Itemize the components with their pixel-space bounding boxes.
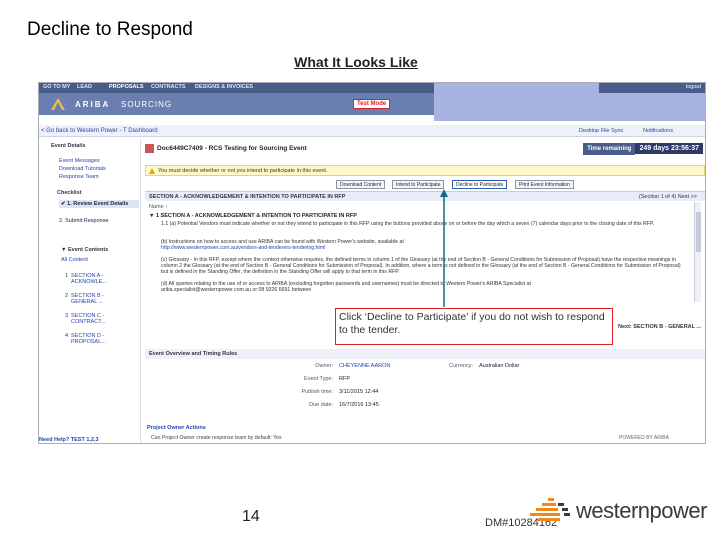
logout-link[interactable]: logout <box>686 84 701 90</box>
breadcrumb-bar: < Go back to Western Power - T Dashboard… <box>39 125 705 137</box>
tutorial-link[interactable]: http://www.westernpower.com.au/vendors-a… <box>161 245 681 251</box>
section-pager[interactable]: (Section 1 of 4) Next >> <box>639 194 697 200</box>
western-power-wordmark: westernpower <box>576 498 707 523</box>
redacted-block: logout <box>434 83 705 121</box>
sidebar-section-num-3: 3 <box>65 313 69 319</box>
content-scrollbar[interactable] <box>694 202 701 302</box>
sidebar-section-1[interactable]: SECTION A - ACKNOWLE... <box>71 273 131 285</box>
back-to-dashboard-link[interactable]: < Go back to Western Power - T Dashboard <box>41 128 158 134</box>
download-content-button[interactable]: Download Content <box>336 180 386 189</box>
checklist-heading: Checklist <box>57 190 82 196</box>
owner-link[interactable]: CHEYENNE AARON <box>339 363 390 369</box>
project-owner-header: Project Owner Actions <box>147 425 206 431</box>
decline-to-participate-button[interactable]: Decline to Participate <box>452 180 508 189</box>
nav-item-proposals[interactable]: PROPOSALS <box>109 84 144 90</box>
page-number: 14 <box>242 508 260 525</box>
nav-item-designs[interactable]: DESIGNS & INVOICES <box>195 84 253 90</box>
main-content: Doc6449C7409 - RCS Testing for Sourcing … <box>143 139 705 443</box>
column-header-name[interactable]: Name ↑ <box>149 204 168 210</box>
checklist-step-review[interactable]: ✔ 1. Review Event Details <box>59 200 139 208</box>
next-section-b-link[interactable]: Next: SECTION B - GENERAL ... <box>618 324 701 330</box>
nav-item-home[interactable]: GO TO MY <box>43 84 70 90</box>
document-icon <box>145 144 154 153</box>
sidebar-link-all-content[interactable]: All Content <box>61 257 88 263</box>
slide-subtitle: What It Looks Like <box>294 54 418 70</box>
sidebar-section-3[interactable]: SECTION C - CONTRACT... <box>71 313 131 325</box>
event-details-heading: Event Details <box>51 143 86 149</box>
intend-to-participate-button[interactable]: Intend to Participate <box>392 180 445 189</box>
notice-text: You must decide whether or not you inten… <box>158 168 328 174</box>
western-power-mark-icon <box>530 498 570 521</box>
sidebar-section-2[interactable]: SECTION B - GENERAL ... <box>71 293 131 305</box>
sidebar-link-event-messages[interactable]: Event Messages <box>59 158 100 164</box>
sidebar: Event Details Event Messages Download Tu… <box>39 139 141 443</box>
nav-item-contracts[interactable]: CONTRACTS <box>151 84 186 90</box>
powered-by-label: POWERED BY ARIBA <box>619 435 669 441</box>
event-overview-header: Event Overview and Timing Rules <box>145 349 705 359</box>
notifications-link[interactable]: Notifications <box>643 128 673 134</box>
sidebar-link-response-team[interactable]: Response Team <box>59 174 99 180</box>
time-remaining-label: Time remaining <box>583 143 636 155</box>
sidebar-section-num-2: 2 <box>65 293 69 299</box>
print-event-info-button[interactable]: Print Event Information <box>515 180 574 189</box>
doc-title: Doc6449C7409 - RCS Testing for Sourcing … <box>157 145 307 152</box>
para-d-contact: ariba.specialist@westernpower.com.au or … <box>161 287 312 293</box>
western-power-logo: westernpower <box>528 494 707 526</box>
sidebar-link-download-tutorials[interactable]: Download Tutorials <box>59 166 106 172</box>
test-mode-badge: Test Mode <box>353 99 391 109</box>
desktop-file-sync-link[interactable]: Desktop File Sync <box>579 128 623 134</box>
need-help-link[interactable]: Need Help? TEST 1,2,3 <box>39 437 99 443</box>
participation-notice: You must decide whether or not you inten… <box>145 165 705 176</box>
sidebar-section-4[interactable]: SECTION D - PROPOSAL... <box>71 333 131 345</box>
slide: Decline to Respond What It Looks Like GO… <box>0 0 720 540</box>
instruction-callout: Click ‘Decline to Participate’ if you do… <box>335 308 613 345</box>
event-overview-title: Event Overview and Timing Rules <box>149 351 238 357</box>
section-row[interactable]: ▼ 1 SECTION A - ACKNOWLEDGEMENT & INTENT… <box>149 213 357 219</box>
ariba-screenshot: GO TO MY LEAD PROPOSALS CONTRACTS DESIGN… <box>38 82 706 444</box>
warning-icon <box>149 168 155 174</box>
sidebar-section-num-1: 1 <box>65 273 69 279</box>
event-contents-heading: ▼ Event Contents <box>61 247 109 253</box>
para-1-1: 1.1 (a) Potential Vendors must indicate … <box>161 221 655 227</box>
section-header: SECTION A - ACKNOWLEDGEMENT & INTENTION … <box>145 191 705 201</box>
doc-title-bar: Doc6449C7409 - RCS Testing for Sourcing … <box>145 142 705 156</box>
brand-name: ARIBA <box>75 100 111 109</box>
checklist-step-submit[interactable]: 2. Submit Response <box>59 218 109 224</box>
product-name: SOURCING <box>121 100 173 109</box>
section-header-title: SECTION A - ACKNOWLEDGEMENT & INTENTION … <box>149 194 346 200</box>
time-remaining-value: 249 days 23:56:37 <box>635 143 703 154</box>
ariba-logo-icon <box>51 98 65 110</box>
time-remaining: Time remaining 249 days 23:56:37 <box>583 143 703 156</box>
nav-item-lead[interactable]: LEAD <box>77 84 92 90</box>
sidebar-section-num-4: 4 <box>65 333 69 339</box>
slide-title: Decline to Respond <box>27 19 193 40</box>
para-c: (c) Glossary - In this RFP, except where… <box>161 257 681 276</box>
project-owner-text: Can Project Owner create response team b… <box>151 435 282 441</box>
